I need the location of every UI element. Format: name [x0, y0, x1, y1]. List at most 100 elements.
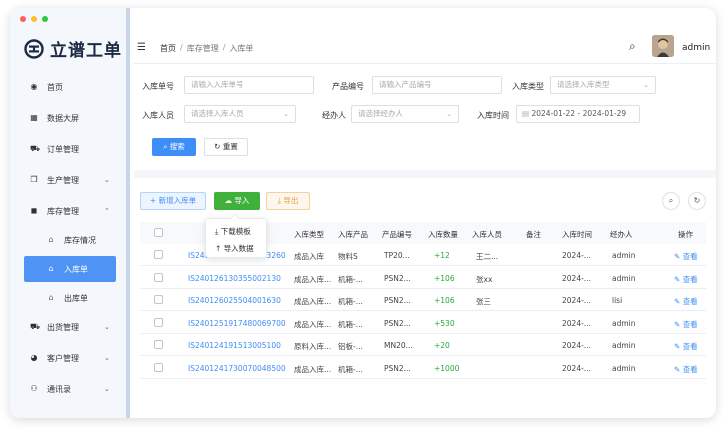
- inbound-type-cell: 成品入库...: [294, 319, 332, 329]
- chevron-down-icon: ⌄: [283, 110, 289, 118]
- users-icon: ◕: [30, 353, 38, 362]
- menu-item-label: 下载模板: [220, 227, 251, 236]
- search-icon: ⌕: [163, 142, 168, 151]
- inbound-number-link[interactable]: IS2401241730070048500: [188, 364, 286, 373]
- avatar[interactable]: [652, 35, 674, 57]
- table-row[interactable]: IS240126130355002130 成品入库... 机箱-... PSN2...…: [140, 267, 706, 289]
- column-header[interactable]: 入库类型: [294, 229, 324, 240]
- table-row[interactable]: IS240124191513005100 原料入库... 铝板-... MN20...…: [140, 334, 706, 356]
- row-checkbox[interactable]: [154, 362, 163, 372]
- view-button[interactable]: ✎ 查看: [674, 274, 698, 285]
- inbound-time-cell: 2024-...: [562, 273, 591, 283]
- chevron-down-icon: ⌄: [104, 354, 110, 362]
- sidebar-item-3[interactable]: ❐ 生产管理 ⌄: [10, 167, 126, 193]
- row-checkbox[interactable]: [154, 317, 163, 327]
- handler-cell: lisi: [612, 296, 623, 305]
- inbound-type-cell: 成品入库: [294, 252, 324, 261]
- sidebar-item-label: 订单管理: [47, 144, 79, 154]
- edit-icon: ✎: [674, 274, 681, 284]
- sidebar-item-1[interactable]: ▦ 数据大屏: [10, 105, 126, 131]
- import-button[interactable]: ☁ 导入: [214, 192, 260, 210]
- edit-icon: ✎: [674, 364, 681, 374]
- refresh-button[interactable]: ↻: [688, 192, 706, 210]
- reset-button[interactable]: ↻ 重置: [204, 138, 248, 156]
- row-checkbox[interactable]: [154, 340, 163, 349]
- row-checkbox[interactable]: [154, 295, 163, 304]
- sidebar-item-2[interactable]: ⛟ 订单管理: [10, 136, 126, 162]
- select-all-checkbox[interactable]: [154, 228, 163, 237]
- logo[interactable]: 立谱工单: [24, 36, 122, 61]
- inbound-number-link[interactable]: IS2401251917480069700: [188, 319, 286, 328]
- row-checkbox[interactable]: [154, 272, 163, 282]
- menu-toggle-icon[interactable]: ☰: [137, 42, 146, 53]
- sidebar-item-0[interactable]: ◉ 首页: [10, 74, 126, 100]
- zoom-window-button[interactable]: [42, 16, 48, 22]
- product-no-input[interactable]: 请输入产品编号: [372, 76, 502, 94]
- toggle-search-button[interactable]: ⌕: [662, 192, 680, 210]
- section-divider: [134, 170, 716, 178]
- inbound-person-cell: 王二...: [476, 252, 499, 261]
- column-header[interactable]: 入库时间: [562, 229, 592, 240]
- sidebar-item-6[interactable]: ⌂ 入库单: [24, 256, 116, 282]
- view-button-label: 查看: [682, 274, 698, 284]
- reset-button-label: 重置: [222, 142, 238, 151]
- view-button[interactable]: ✎ 查看: [674, 341, 698, 352]
- row-checkbox[interactable]: [154, 250, 163, 259]
- search-icon[interactable]: ⌕: [629, 39, 636, 54]
- avatar-image: [652, 35, 674, 57]
- view-button[interactable]: ✎ 查看: [674, 296, 698, 307]
- import-data-menu-item[interactable]: ↑ 导入数据: [215, 243, 254, 254]
- add-inbound-button[interactable]: + 新增入库单: [140, 192, 206, 210]
- close-window-button[interactable]: [20, 16, 26, 22]
- view-button[interactable]: ✎ 查看: [674, 319, 698, 330]
- sidebar-item-7[interactable]: ⌂ 出库单: [10, 285, 126, 311]
- inbound-number-link[interactable]: IS240126130355002130: [188, 274, 281, 283]
- column-header[interactable]: 入库数量: [428, 229, 458, 240]
- download-template-menu-item[interactable]: ⤓ 下载模板: [215, 226, 251, 237]
- export-button-label: 导出: [283, 196, 299, 205]
- table-row[interactable]: IS2401241730070048500 成品入库... 机箱-... PSN2..…: [140, 357, 706, 379]
- sidebar-item-5[interactable]: ⌂ 库存情况: [10, 227, 126, 253]
- table-row[interactable]: IS240126025504001630 成品入库... 机箱-... PSN2...…: [140, 289, 706, 311]
- product-code-cell: TP20...: [384, 251, 410, 260]
- sidebar-item-label: 出货管理: [47, 322, 79, 332]
- product-cell: 机箱-...: [338, 274, 363, 284]
- column-header[interactable]: 经办人: [610, 229, 633, 240]
- filter-panel: 入库单号 请输入入库单号 产品编号 请输入产品编号 入库类型 请选择入库类型 ⌄…: [134, 68, 716, 168]
- inbound-time-cell: 2024-...: [562, 341, 591, 350]
- inbound-number-link[interactable]: IS240126025504001630: [188, 296, 281, 305]
- inbound-type-cell: 原料入库...: [294, 342, 332, 351]
- sidebar-item-4[interactable]: ◼ 库存管理 ⌃: [10, 198, 126, 224]
- handler-select[interactable]: 请选择经办人 ⌄: [351, 105, 459, 123]
- column-header[interactable]: 入库产品: [338, 229, 368, 240]
- minimize-window-button[interactable]: [31, 16, 37, 22]
- edit-icon: ✎: [674, 342, 681, 351]
- sidebar-item-8[interactable]: ⛟ 出货管理 ⌄: [10, 314, 126, 340]
- inbound-number-link[interactable]: IS240124191513005100: [188, 341, 281, 350]
- handler-cell: admin: [612, 363, 636, 373]
- chevron-down-icon: ⌄: [643, 81, 649, 89]
- username[interactable]: admin: [682, 43, 710, 53]
- breadcrumb-inventory[interactable]: 库存管理: [187, 43, 219, 54]
- order-no-input[interactable]: 请输入入库单号: [184, 76, 314, 94]
- date-range-picker[interactable]: ▤ 2024-01-22 - 2024-01-29: [516, 105, 640, 123]
- sidebar-item-10[interactable]: ⚇ 通讯录 ⌄: [10, 376, 126, 402]
- column-header[interactable]: 入库人员: [472, 229, 502, 240]
- home-icon: ⌂: [48, 293, 54, 302]
- column-header[interactable]: 产品编号: [382, 229, 412, 240]
- view-button[interactable]: ✎ 查看: [674, 364, 698, 375]
- search-button[interactable]: ⌕ 搜索: [152, 138, 196, 156]
- download-icon: ⤓: [215, 227, 219, 236]
- view-button[interactable]: ✎ 查看: [674, 251, 698, 262]
- sidebar-item-9[interactable]: ◕ 客户管理 ⌄: [10, 345, 126, 371]
- export-button[interactable]: ⤓ 导出: [266, 192, 310, 210]
- search-icon: ⌕: [668, 196, 674, 205]
- quantity-cell: +1000: [434, 363, 460, 373]
- person-select[interactable]: 请选择入库人员 ⌄: [184, 105, 296, 123]
- table-row[interactable]: IS2401251917480069700 成品入库... 机箱-... PSN2..…: [140, 312, 706, 334]
- type-select[interactable]: 请选择入库类型 ⌄: [550, 76, 656, 94]
- column-header[interactable]: 操作: [678, 229, 693, 240]
- breadcrumb-home[interactable]: 首页: [160, 43, 176, 54]
- column-header[interactable]: 备注: [526, 229, 541, 240]
- view-button-label: 查看: [682, 364, 698, 374]
